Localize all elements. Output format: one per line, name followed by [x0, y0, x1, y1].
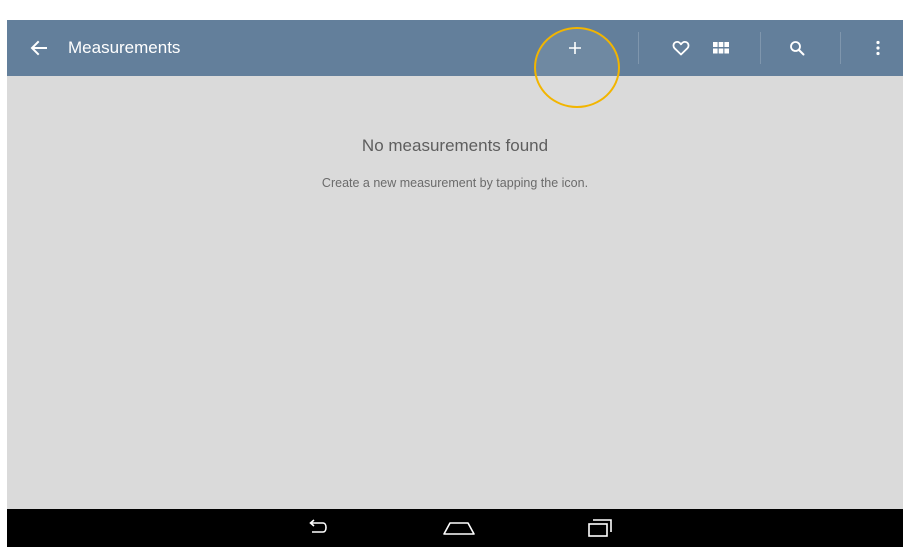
more-vertical-icon	[876, 40, 880, 56]
plus-icon	[569, 42, 581, 54]
heart-icon	[672, 41, 690, 56]
action-bar: Measurements	[7, 20, 903, 76]
search-button[interactable]	[779, 20, 815, 76]
nav-recents-button[interactable]	[576, 513, 624, 543]
toolbar-divider	[638, 32, 639, 64]
nav-back-button[interactable]	[294, 513, 342, 543]
page-title: Measurements	[68, 38, 181, 57]
app-screen: Measurements No measurements found Creat…	[7, 20, 903, 547]
toolbar-divider	[840, 32, 841, 64]
add-button[interactable]	[547, 20, 603, 76]
home-nav-icon	[443, 522, 475, 535]
overflow-menu-button[interactable]	[863, 20, 893, 76]
arrow-left-icon	[30, 40, 47, 56]
back-nav-icon	[309, 519, 327, 533]
recents-nav-icon	[588, 519, 612, 537]
grid-icon	[713, 42, 729, 54]
search-icon	[790, 41, 805, 56]
toolbar-divider	[760, 32, 761, 64]
empty-state-subtitle: Create a new measurement by tapping the …	[321, 176, 589, 190]
back-button[interactable]	[25, 34, 53, 62]
nav-home-button[interactable]	[435, 513, 483, 543]
empty-state-title: No measurements found	[361, 136, 549, 155]
system-navigation-bar	[7, 509, 903, 547]
grid-view-button[interactable]	[703, 20, 739, 76]
favorites-button[interactable]	[663, 20, 699, 76]
